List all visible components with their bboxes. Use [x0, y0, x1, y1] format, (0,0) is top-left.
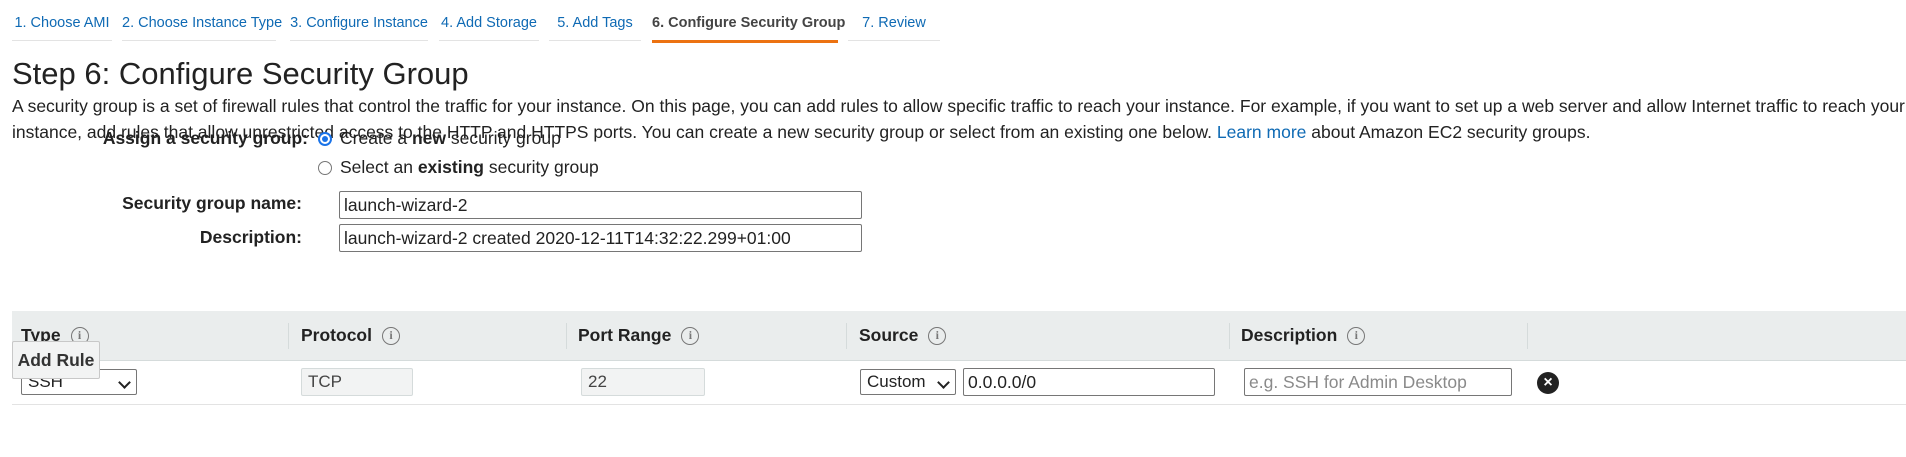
learn-more-link[interactable]: Learn more	[1217, 122, 1307, 142]
tab-configure-security-group[interactable]: 6. Configure Security Group	[652, 0, 845, 43]
intro-line-1: A security group is a set of firewall ru…	[12, 96, 1905, 116]
radio-select-existing[interactable]: Select an existing security group	[318, 157, 599, 178]
column-divider	[288, 323, 289, 349]
tab-add-tags[interactable]: 5. Add Tags	[549, 0, 641, 41]
column-divider	[566, 323, 567, 349]
security-group-name-input[interactable]: launch-wizard-2	[339, 191, 862, 219]
table-row: SSH TCP 22 Custom 0.0.0.0/0 e.g. SSH for…	[12, 361, 1906, 405]
protocol-field: TCP	[301, 368, 413, 396]
column-divider	[1527, 323, 1528, 349]
rule-description-input[interactable]: e.g. SSH for Admin Desktop	[1244, 368, 1512, 396]
page-title: Step 6: Configure Security Group	[12, 56, 469, 91]
header-port-range: Port Range i	[578, 311, 700, 360]
tab-choose-instance-type[interactable]: 2. Choose Instance Type	[122, 0, 282, 41]
column-divider	[1229, 323, 1230, 349]
radio-select-existing-label: Select an existing security group	[340, 157, 599, 177]
intro-line-2-end: about Amazon EC2 security groups.	[1311, 122, 1591, 142]
radio-create-new-label: Create a new security group	[340, 128, 561, 148]
source-cidr-input[interactable]: 0.0.0.0/0	[963, 368, 1215, 396]
info-icon[interactable]: i	[681, 326, 700, 345]
wizard-tabs: 1. Choose AMI 2. Choose Instance Type 3.…	[0, 0, 1906, 43]
add-rule-button[interactable]: Add Rule	[12, 341, 100, 379]
chevron-down-icon	[118, 376, 131, 389]
chevron-down-icon	[937, 376, 950, 389]
assign-security-group-label: Assign a security group:	[102, 128, 308, 148]
port-range-field: 22	[581, 368, 705, 396]
radio-create-new-button[interactable]	[318, 131, 332, 146]
tab-add-storage[interactable]: 4. Add Storage	[439, 0, 539, 41]
description-input[interactable]: launch-wizard-2 created 2020-12-11T14:32…	[339, 224, 862, 252]
rules-table-header: Type i Protocol i Port Range i Source i Desc…	[12, 311, 1906, 361]
tab-configure-instance[interactable]: 3. Configure Instance	[290, 0, 428, 41]
info-icon[interactable]: i	[381, 326, 400, 345]
info-icon[interactable]: i	[928, 326, 947, 345]
close-circle-icon[interactable]: ×	[1537, 372, 1559, 394]
column-divider	[846, 323, 847, 349]
header-source: Source i	[859, 311, 947, 360]
tab-review[interactable]: 7. Review	[848, 0, 940, 41]
tab-choose-ami[interactable]: 1. Choose AMI	[12, 0, 112, 41]
info-icon[interactable]: i	[1347, 326, 1366, 345]
radio-create-new[interactable]: Create a new security group	[318, 128, 561, 149]
description-label: Description:	[199, 227, 302, 247]
header-description: Description i	[1241, 311, 1366, 360]
radio-select-existing-button[interactable]	[318, 160, 332, 175]
security-group-name-label: Security group name:	[122, 193, 302, 213]
source-select[interactable]: Custom	[860, 369, 956, 395]
header-protocol: Protocol i	[301, 311, 400, 360]
